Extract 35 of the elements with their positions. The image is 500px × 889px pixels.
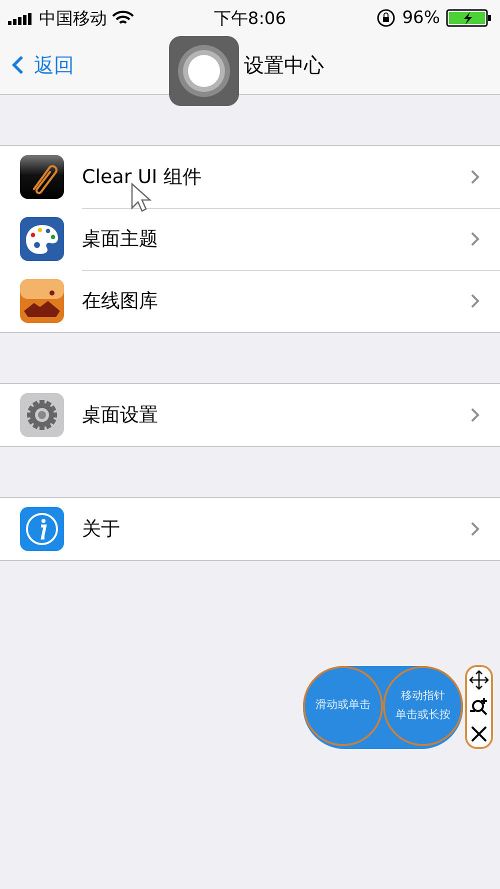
zoom-icon[interactable] bbox=[469, 696, 489, 717]
close-icon[interactable] bbox=[469, 724, 489, 744]
signal-icon bbox=[8, 11, 34, 25]
chevron-icon bbox=[470, 521, 480, 537]
chevron-icon bbox=[470, 169, 480, 185]
row-label: Clear UI 组件 bbox=[82, 165, 202, 190]
settings-row[interactable]: 桌面设置 bbox=[0, 384, 500, 446]
back-button[interactable]: 返回 bbox=[0, 50, 80, 80]
status-time: 下午8:06 bbox=[214, 8, 286, 28]
settings-row[interactable]: 关于 bbox=[0, 498, 500, 560]
mouse-pointer-icon bbox=[130, 182, 152, 214]
row-label: 桌面设置 bbox=[82, 403, 159, 428]
battery-percent: 96% bbox=[402, 8, 440, 28]
row-label: 桌面主题 bbox=[82, 227, 159, 252]
settings-row[interactable]: 在线图库 bbox=[0, 270, 500, 332]
gear-icon bbox=[20, 393, 64, 437]
assistive-touch-button[interactable] bbox=[169, 36, 239, 106]
settings-row[interactable]: Clear UI 组件 bbox=[0, 146, 500, 208]
settings-row[interactable]: 桌面主题 bbox=[0, 208, 500, 270]
palette-icon bbox=[20, 217, 64, 261]
battery-charging-icon bbox=[446, 8, 492, 28]
chevron-icon bbox=[470, 407, 480, 423]
page-title: 设置中心 bbox=[244, 52, 324, 76]
chevron-icon bbox=[470, 231, 480, 247]
chevron-icon bbox=[470, 293, 480, 309]
carrier-name: 中国移动 bbox=[39, 8, 107, 30]
row-label: 关于 bbox=[82, 517, 121, 542]
info-icon bbox=[20, 507, 64, 551]
paperclip-icon bbox=[20, 155, 64, 199]
back-chevron-icon bbox=[12, 55, 24, 75]
move-icon[interactable] bbox=[469, 670, 489, 690]
landscape-icon bbox=[20, 279, 64, 323]
rotation-lock-icon bbox=[376, 8, 396, 28]
row-label: 在线图库 bbox=[82, 289, 159, 314]
wifi-icon bbox=[112, 10, 134, 26]
